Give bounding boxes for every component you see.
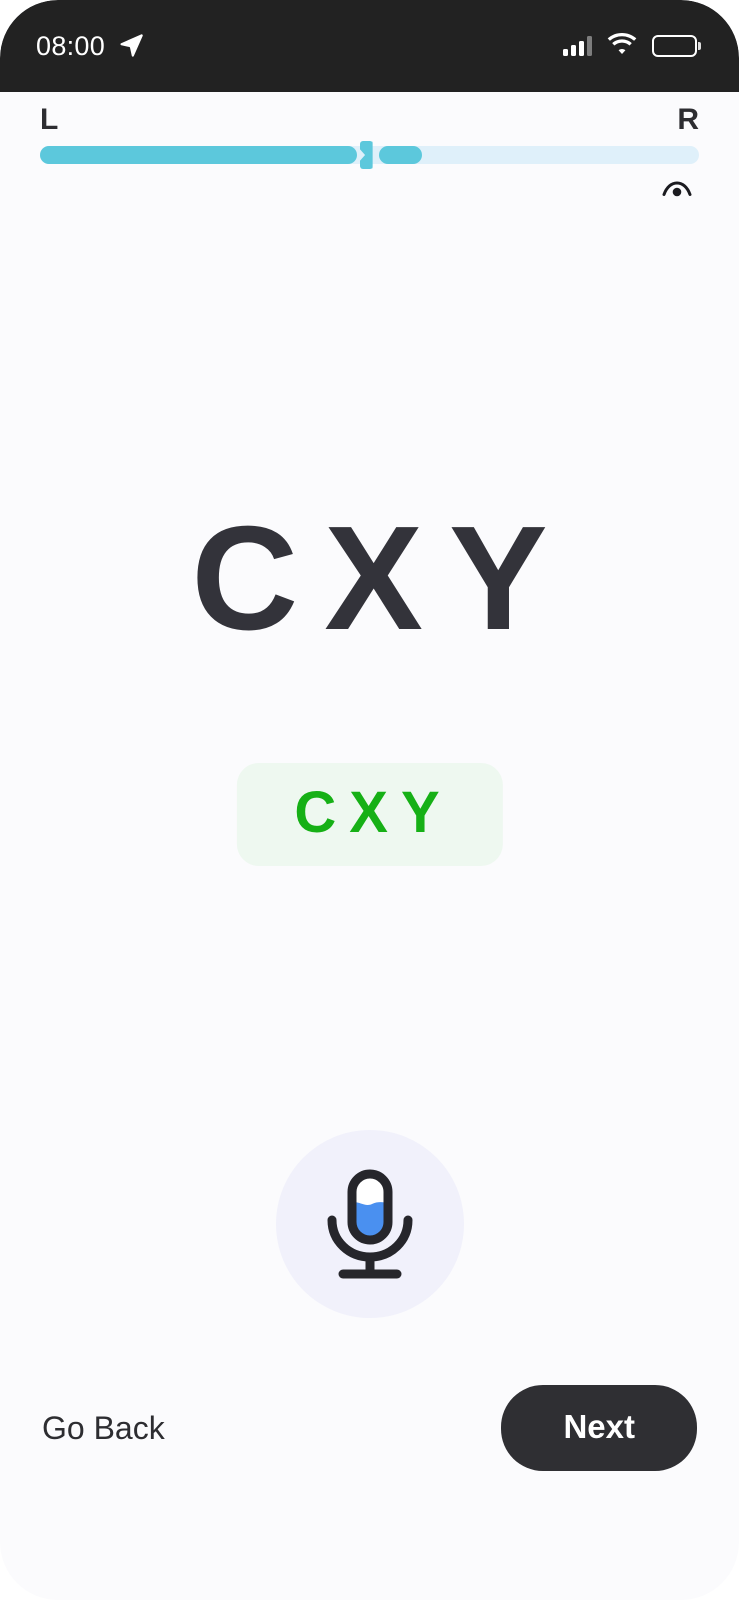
eye-icon[interactable]	[662, 178, 692, 203]
left-label: L	[40, 103, 59, 136]
progress-section: L R	[0, 105, 739, 203]
microphone-icon	[318, 1168, 422, 1280]
phone-screen: 08:00 L R CXY CXY Go Back Next	[0, 0, 739, 1600]
status-bar-right	[562, 32, 701, 60]
status-bar-left: 08:00	[36, 31, 144, 62]
lr-label-row: L R	[40, 105, 699, 135]
cellular-signal-icon	[562, 36, 592, 56]
progress-thumb[interactable]	[359, 141, 373, 169]
progress-slider[interactable]	[40, 141, 699, 169]
progress-segment	[379, 146, 423, 164]
go-back-button[interactable]: Go Back	[42, 1412, 165, 1444]
target-word: CXY	[191, 496, 574, 661]
progress-fill	[40, 146, 357, 164]
eye-row	[40, 178, 699, 203]
microphone-button[interactable]	[275, 1130, 464, 1318]
wifi-icon	[607, 32, 637, 60]
battery-icon	[651, 35, 701, 57]
recognized-word-badge: CXY	[236, 763, 503, 866]
bottom-bar: Go Back Next	[0, 1385, 739, 1471]
status-bar-clock: 08:00	[36, 30, 106, 61]
status-bar: 08:00	[0, 0, 739, 92]
location-arrow-icon	[118, 31, 144, 62]
next-button[interactable]: Next	[501, 1385, 697, 1471]
right-label: R	[677, 103, 699, 136]
